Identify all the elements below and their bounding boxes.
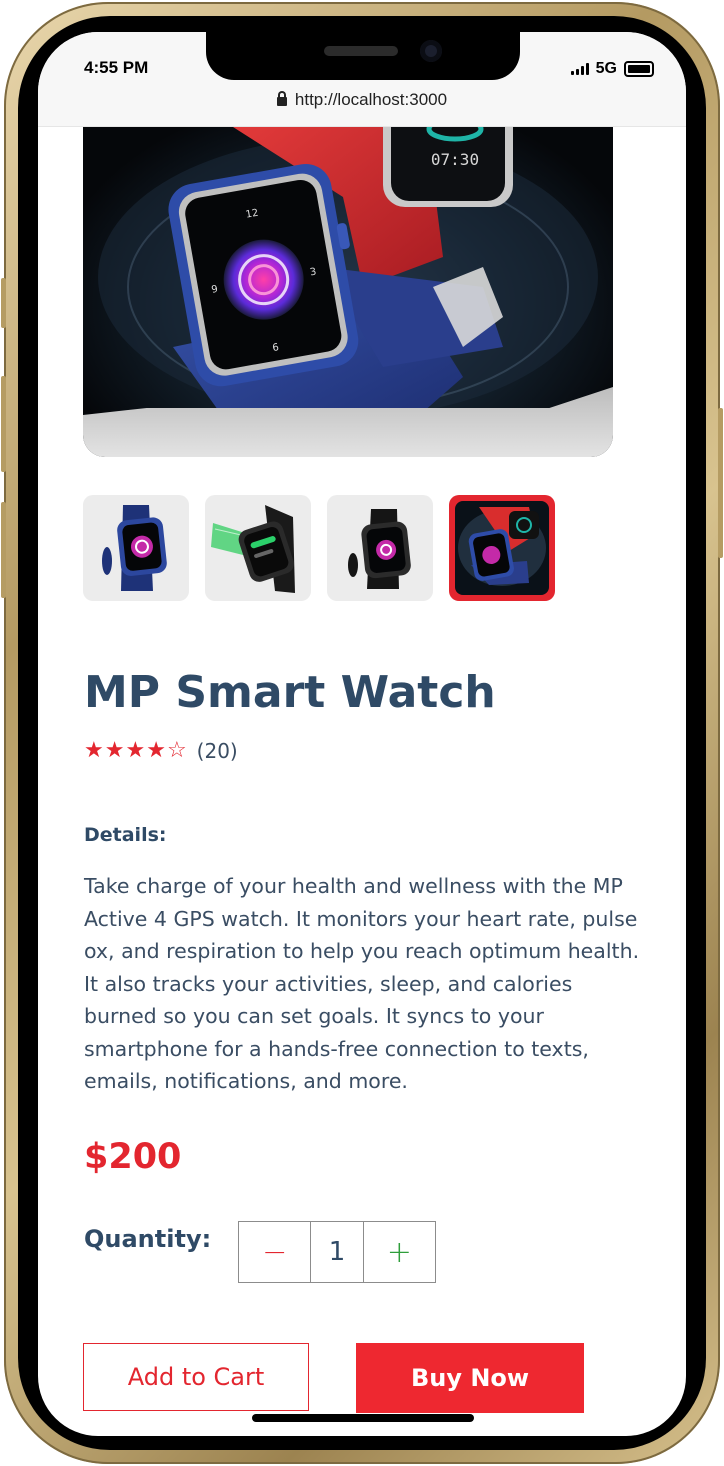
buy-now-button[interactable]: Buy Now — [356, 1343, 584, 1413]
status-indicators: 5G — [570, 60, 654, 78]
thumbnail-blue-watch[interactable] — [83, 495, 189, 601]
thumbnail-blue-red-watch-combo[interactable] — [449, 495, 555, 601]
home-indicator[interactable] — [252, 1414, 474, 1422]
increase-quantity-button[interactable]: + — [362, 1222, 435, 1282]
product-page: 07:30 12 3 6 9 MP Smart Watch ★ ★ ★ ★ ☆ … — [38, 117, 686, 1436]
phone-notch — [206, 32, 520, 80]
product-main-image: 07:30 12 3 6 9 — [83, 117, 613, 457]
volume-down-button — [1, 502, 6, 598]
thumbnail-black-watch-angled[interactable] — [205, 495, 311, 601]
address-bar[interactable]: http://localhost:3000 — [38, 90, 686, 110]
quantity-label: Quantity: — [84, 1225, 212, 1253]
volume-up-button — [1, 376, 6, 472]
battery-icon — [624, 61, 654, 77]
star-icon: ★ — [146, 738, 166, 763]
browser-status-bar: 4:55 PM 5G http://localhost:3000 — [38, 32, 686, 127]
url-text: http://localhost:3000 — [294, 90, 448, 109]
watch-hero-illustration: 07:30 12 3 6 9 — [98, 117, 598, 447]
star-icon: ★ — [104, 738, 125, 763]
product-price: $200 — [84, 1137, 182, 1177]
quantity-stepper: − 1 + — [238, 1221, 436, 1283]
star-icon: ★ — [125, 738, 146, 763]
review-count: (20) — [196, 739, 238, 763]
status-time: 4:55 PM — [84, 58, 149, 77]
product-rating: ★ ★ ★ ★ ☆ (20) — [84, 739, 238, 763]
star-icon: ★ — [84, 738, 104, 763]
decrease-quantity-button[interactable]: − — [239, 1222, 312, 1282]
mute-switch — [1, 278, 6, 328]
thumbnail-black-watch[interactable] — [327, 495, 433, 601]
thumbnail-gallery — [83, 495, 555, 601]
network-type: 5G — [595, 60, 617, 77]
watch-face-time: 07:30 — [431, 150, 479, 169]
svg-text:12: 12 — [245, 208, 259, 221]
details-heading: Details: — [84, 824, 167, 846]
add-to-cart-button[interactable]: Add to Cart — [83, 1343, 309, 1411]
speaker-grille — [324, 46, 398, 56]
product-description: Take charge of your health and wellness … — [84, 874, 640, 1093]
phone-screen: 07:30 12 3 6 9 MP Smart Watch ★ ★ ★ ★ ☆ … — [38, 32, 686, 1436]
star-outline-icon: ☆ — [166, 738, 187, 763]
product-title: MP Smart Watch — [84, 667, 496, 718]
power-button — [718, 408, 723, 558]
front-camera — [420, 40, 442, 62]
quantity-value: 1 — [328, 1237, 346, 1267]
signal-icon — [570, 63, 589, 75]
lock-icon — [276, 91, 287, 106]
